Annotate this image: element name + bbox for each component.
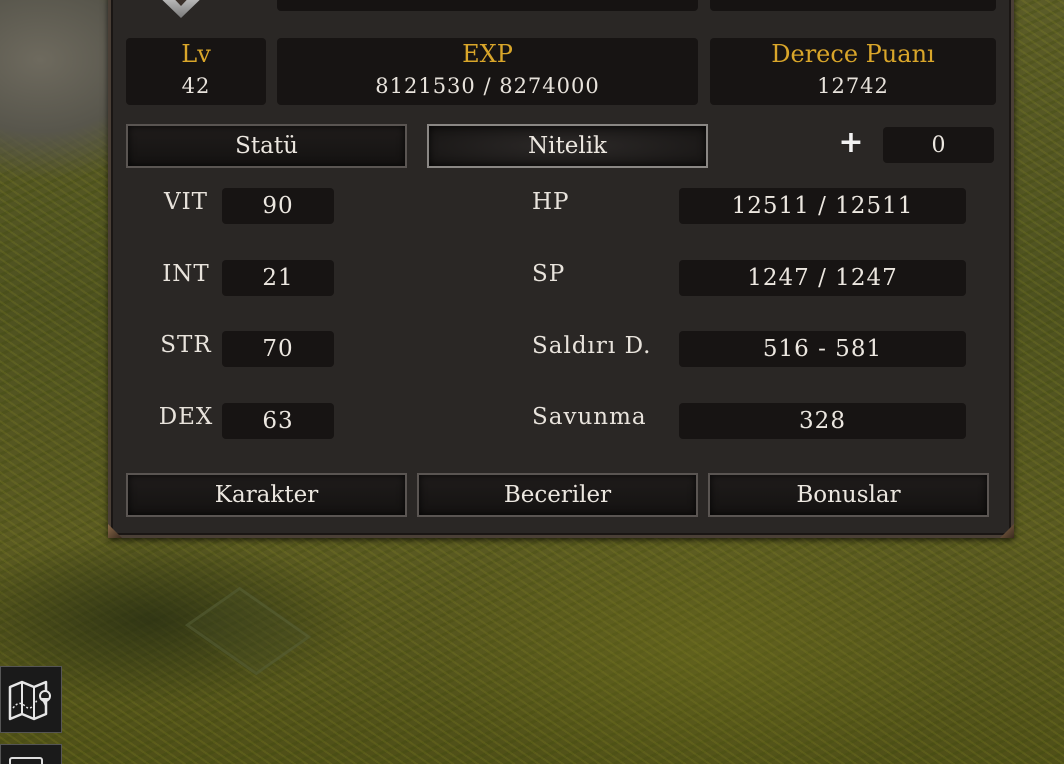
- bonuses-button[interactable]: Bonuslar: [708, 473, 989, 517]
- menu-button[interactable]: [0, 744, 62, 764]
- available-points-value: 0: [883, 127, 994, 163]
- guild-box: [710, 0, 996, 11]
- level-label: Lv: [181, 40, 211, 68]
- rank-points-label: Derece Puanı: [771, 40, 935, 68]
- tab-attribute[interactable]: Nitelik: [427, 124, 708, 168]
- hp-label: HP: [532, 189, 570, 215]
- rank-points-value: 12742: [817, 74, 889, 98]
- stat-value-int: 21: [222, 260, 334, 296]
- stat-label-vit: VIT: [163, 189, 209, 215]
- defense-label: Savunma: [532, 404, 647, 430]
- sp-label: SP: [532, 261, 566, 287]
- skills-button[interactable]: Beceriler: [417, 473, 698, 517]
- rank-points-box: Derece Puanı 12742: [710, 38, 996, 105]
- level-box: Lv 42: [126, 38, 266, 105]
- level-value: 42: [181, 74, 211, 98]
- sp-value: 1247 / 1247: [679, 260, 966, 296]
- map-button[interactable]: [0, 666, 62, 733]
- tab-status[interactable]: Statü: [126, 124, 407, 168]
- stat-label-int: INT: [162, 261, 210, 287]
- character-name-box: [277, 0, 698, 11]
- menu-icon: [9, 757, 43, 764]
- exp-box: EXP 8121530 / 8274000: [277, 38, 698, 105]
- stat-label-str: STR: [160, 332, 212, 358]
- map-icon: [8, 680, 51, 720]
- character-button[interactable]: Karakter: [126, 473, 407, 517]
- stat-label-dex: DEX: [158, 404, 214, 430]
- add-points-icon[interactable]: +: [836, 126, 866, 160]
- stat-value-dex: 63: [222, 403, 334, 439]
- stat-value-vit: 90: [222, 188, 334, 224]
- panel-corner-right: [1000, 524, 1014, 538]
- defense-value: 328: [679, 403, 966, 439]
- exp-value: 8121530 / 8274000: [375, 74, 600, 98]
- attack-value: 516 - 581: [679, 331, 966, 367]
- attack-label: Saldırı D.: [532, 333, 652, 359]
- exp-label: EXP: [462, 40, 513, 68]
- hp-value: 12511 / 12511: [679, 188, 966, 224]
- ground-marker: [184, 586, 312, 676]
- panel-corner-left: [108, 524, 122, 538]
- stat-value-str: 70: [222, 331, 334, 367]
